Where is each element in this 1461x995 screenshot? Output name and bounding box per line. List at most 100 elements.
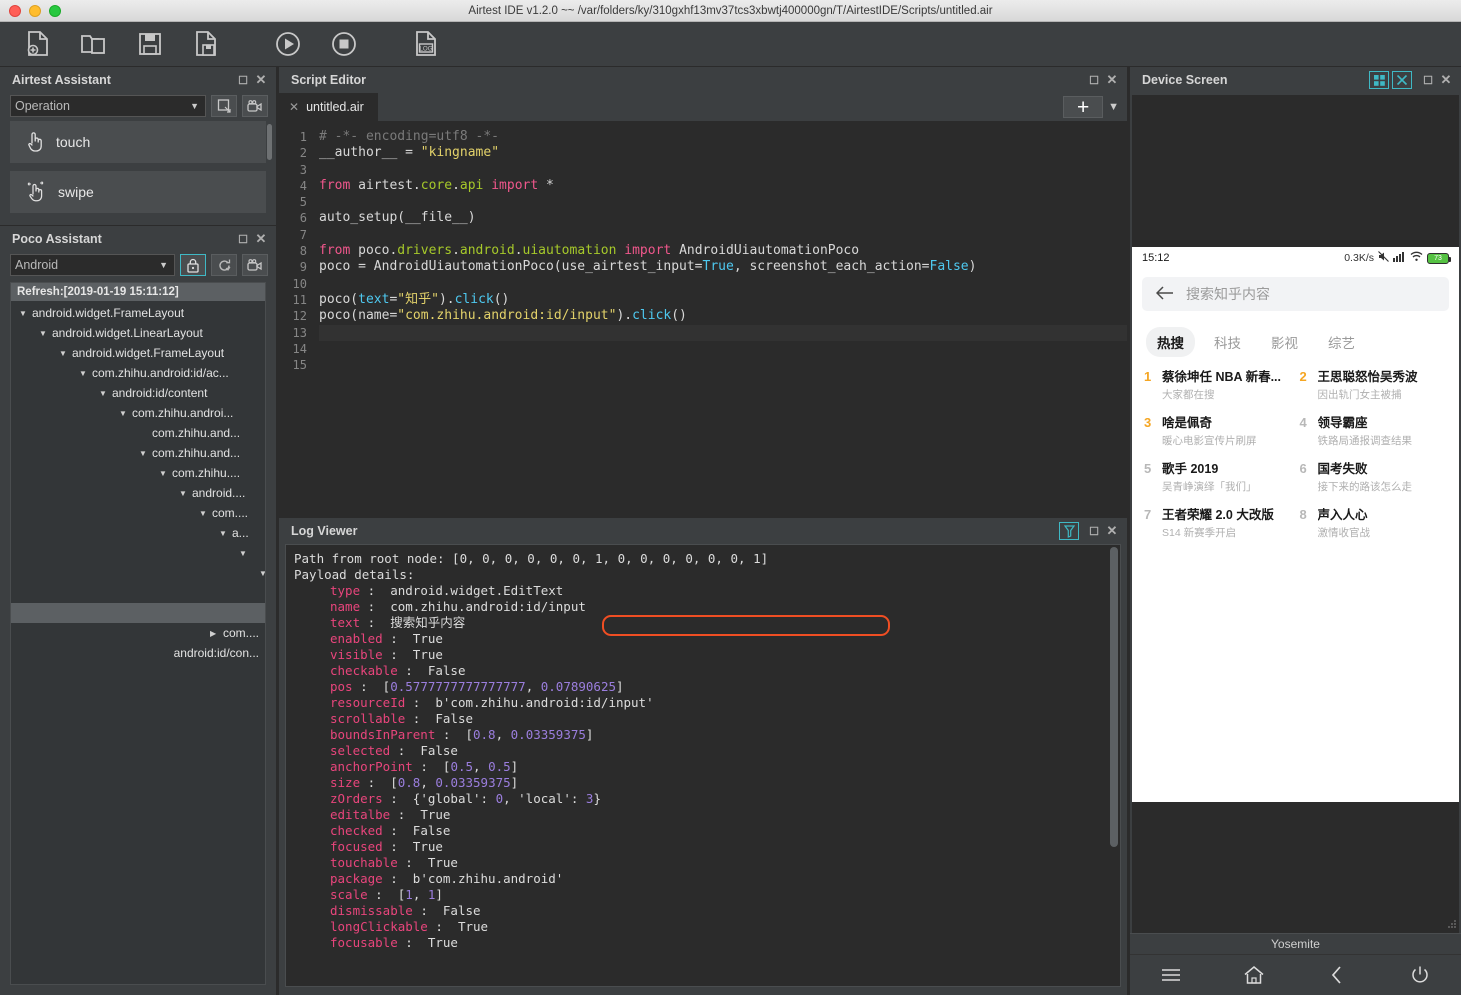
hierarchy-node[interactable]: ▼android.widget.LinearLayout	[11, 323, 265, 343]
log-scrollbar[interactable]	[1110, 547, 1118, 984]
code-line[interactable]	[319, 341, 1127, 357]
close-panel-icon[interactable]: ✕	[252, 72, 270, 88]
hot-search-item[interactable]: 7王者荣耀 2.0 大改版S14 新赛季开启	[1140, 507, 1296, 540]
hot-search-item[interactable]: 1蔡徐坤任 NBA 新春...大家都在搜	[1140, 369, 1296, 402]
close-panel-icon[interactable]: ✕	[1103, 523, 1121, 539]
hierarchy-node[interactable]: com.zhihu.and...	[11, 423, 265, 443]
chevron-down-icon[interactable]: ▼	[179, 489, 192, 498]
code-line[interactable]: poco = AndroidUiautomationPoco(use_airte…	[319, 259, 1127, 275]
hierarchy-node[interactable]: ▶com....	[11, 623, 265, 643]
code-line[interactable]: __author__ = "kingname"	[319, 145, 1127, 161]
save-as-script-icon[interactable]	[186, 27, 226, 61]
code-line[interactable]: from poco.drivers.android.uiautomation i…	[319, 243, 1127, 259]
phone-viewport[interactable]: 15:12 0.3K/s 73	[1132, 247, 1459, 802]
code-line[interactable]: auto_setup(__file__)	[319, 210, 1127, 226]
hierarchy-node[interactable]: ▼android.widget.FrameLayout	[11, 343, 265, 363]
power-icon[interactable]	[1400, 965, 1440, 985]
chevron-right-icon[interactable]: ▶	[210, 629, 223, 638]
hierarchy-node[interactable]: ▼	[11, 563, 265, 583]
hierarchy-node[interactable]: ▼android....	[11, 483, 265, 503]
code-line[interactable]	[319, 162, 1127, 178]
refresh-hierarchy-button[interactable]	[211, 254, 237, 276]
hierarchy-node[interactable]: ▼a...	[11, 523, 265, 543]
code-line[interactable]: from airtest.core.api import *	[319, 178, 1127, 194]
hierarchy-node[interactable]: ▼com.zhihu.and...	[11, 443, 265, 463]
resize-grip-icon[interactable]	[1447, 919, 1457, 931]
home-icon[interactable]	[1234, 965, 1274, 985]
code-line[interactable]: poco(text="知乎").click()	[319, 292, 1127, 308]
float-panel-icon[interactable]: ☐	[1419, 74, 1437, 87]
view-log-icon[interactable]: LOG	[406, 27, 446, 61]
poco-hierarchy-tree[interactable]: Refresh:[2019-01-19 15:11:12] ▼android.w…	[10, 282, 266, 985]
record-button[interactable]	[242, 95, 268, 117]
chevron-down-icon[interactable]: ▼	[99, 389, 112, 398]
phone-search-input[interactable]: 搜索知乎内容	[1142, 277, 1449, 311]
close-panel-icon[interactable]: ✕	[1437, 72, 1455, 88]
chevron-down-icon[interactable]: ▼	[59, 349, 72, 358]
close-tab-icon[interactable]: ✕	[289, 100, 299, 114]
chevron-down-icon[interactable]: ▼	[79, 369, 92, 378]
hierarchy-node[interactable]: ▼com....	[11, 503, 265, 523]
hot-search-item[interactable]: 3啥是佩奇暖心电影宣传片刷屏	[1140, 415, 1296, 448]
stop-script-icon[interactable]	[324, 27, 364, 61]
hierarchy-selected-row[interactable]	[11, 603, 265, 623]
hot-search-item[interactable]: 2王思聪怒怡吴秀波因出轨门女主被捕	[1296, 369, 1452, 402]
hierarchy-node[interactable]: ▼android:id/content	[11, 383, 265, 403]
chevron-down-icon[interactable]: ▼	[199, 509, 212, 518]
hierarchy-node[interactable]: ▼com.zhihu.android:id/ac...	[11, 363, 265, 383]
poco-driver-select[interactable]: Android ▼	[10, 254, 175, 276]
close-panel-icon[interactable]: ✕	[252, 231, 270, 247]
phone-tab-item[interactable]: 影视	[1260, 327, 1309, 357]
log-output[interactable]: Path from root node: [0, 0, 0, 0, 0, 0, …	[285, 544, 1121, 987]
new-tab-button[interactable]: +	[1063, 96, 1103, 118]
lock-hierarchy-button[interactable]	[180, 254, 206, 276]
hierarchy-node[interactable]: ▼android.widget.FrameLayout	[11, 303, 265, 323]
chevron-down-icon[interactable]: ▼	[159, 469, 172, 478]
hot-search-item[interactable]: 4领导霸座铁路局通报调查结果	[1296, 415, 1452, 448]
phone-tab-active[interactable]: 热搜	[1146, 327, 1195, 357]
device-layout-icon[interactable]	[1369, 71, 1389, 89]
save-script-icon[interactable]	[130, 27, 170, 61]
chevron-down-icon[interactable]: ▼	[19, 309, 32, 318]
poco-record-button[interactable]	[242, 254, 268, 276]
operation-swipe[interactable]: swipe	[10, 171, 266, 213]
operation-touch[interactable]: touch	[10, 121, 266, 163]
code-line[interactable]	[319, 357, 1127, 373]
code-line[interactable]	[319, 194, 1127, 210]
float-panel-icon[interactable]: ☐	[234, 74, 252, 87]
run-script-icon[interactable]	[268, 27, 308, 61]
chevron-down-icon[interactable]: ▼	[1103, 101, 1119, 113]
phone-tab-item[interactable]: 科技	[1203, 327, 1252, 357]
code-line[interactable]	[319, 227, 1127, 243]
code-line[interactable]	[319, 325, 1127, 341]
chevron-down-icon[interactable]: ▼	[219, 529, 232, 538]
log-filter-icon[interactable]	[1059, 522, 1079, 540]
hot-search-item[interactable]: 6国考失败接下来的路该怎么走	[1296, 461, 1452, 494]
operations-scrollbar[interactable]	[267, 124, 272, 160]
back-icon[interactable]	[1317, 965, 1357, 985]
code-content[interactable]: # -*- encoding=utf8 -*-__author__ = "kin…	[313, 121, 1127, 517]
chevron-down-icon[interactable]: ▼	[119, 409, 132, 418]
hierarchy-node[interactable]: android:id/con...	[11, 643, 265, 663]
code-line[interactable]: poco(name="com.zhihu.android:id/input").…	[319, 308, 1127, 324]
code-editor[interactable]: 123456789101112131415 # -*- encoding=utf…	[279, 121, 1127, 517]
tab-untitled-air[interactable]: ✕ untitled.air	[279, 93, 378, 121]
float-panel-icon[interactable]: ☐	[1085, 74, 1103, 87]
hierarchy-node[interactable]: ▼	[11, 543, 265, 563]
close-panel-icon[interactable]: ✕	[1103, 72, 1121, 88]
chevron-down-icon[interactable]: ▼	[139, 449, 152, 458]
chevron-down-icon[interactable]: ▼	[239, 549, 252, 558]
device-mirror[interactable]: 15:12 0.3K/s 73	[1132, 95, 1459, 933]
snapshot-button[interactable]	[211, 95, 237, 117]
float-panel-icon[interactable]: ☐	[234, 233, 252, 246]
hierarchy-node[interactable]: ▼com.zhihu.androi...	[11, 403, 265, 423]
new-script-icon[interactable]	[18, 27, 58, 61]
code-line[interactable]: # -*- encoding=utf8 -*-	[319, 129, 1127, 145]
hot-search-item[interactable]: 5歌手 2019吴青峥演绎「我们」	[1140, 461, 1296, 494]
operation-mode-select[interactable]: Operation ▼	[10, 95, 206, 117]
back-arrow-icon[interactable]	[1156, 286, 1174, 303]
open-script-icon[interactable]	[74, 27, 114, 61]
hot-search-item[interactable]: 8声入人心激情收官战	[1296, 507, 1452, 540]
float-panel-icon[interactable]: ☐	[1085, 525, 1103, 538]
device-settings-icon[interactable]	[1392, 71, 1412, 89]
